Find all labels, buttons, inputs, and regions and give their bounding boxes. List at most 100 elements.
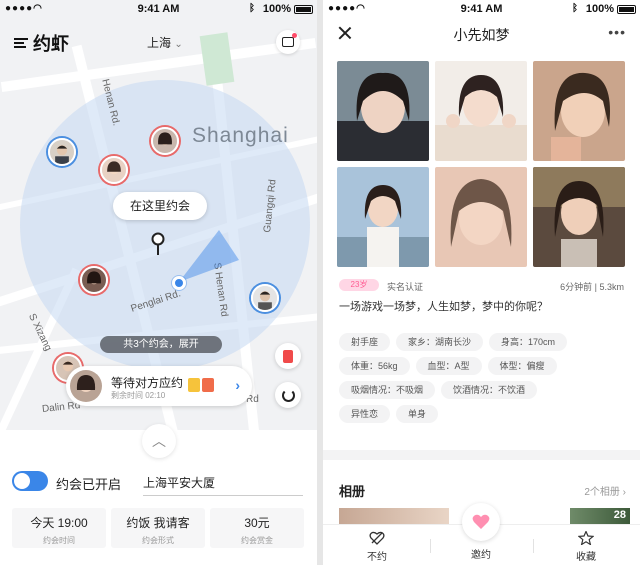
- date-reward-card[interactable]: 30元约会赏金: [210, 508, 304, 548]
- verified-label: 实名认证: [387, 282, 424, 292]
- avatar: [70, 370, 102, 402]
- age-badge: 23岁: [339, 279, 379, 291]
- battery-icon: [294, 5, 313, 14]
- tab-divider: [430, 539, 431, 553]
- date-cards: 今天 19:00 约会时间 约饭 我请客约会形式 30元约会赏金: [12, 508, 304, 548]
- broken-heart-icon: [369, 531, 385, 545]
- more-icon[interactable]: •••: [608, 24, 626, 40]
- profile-photo[interactable]: [533, 61, 625, 161]
- profile-tag: 吸烟情况：不吸烟: [339, 381, 436, 399]
- profile-tag: 血型：A型: [415, 357, 482, 375]
- meet-here-tooltip[interactable]: 在这里约会: [113, 192, 207, 220]
- profile-tag: 身高：170cm: [489, 333, 568, 351]
- app-header: 约虾: [14, 30, 69, 56]
- my-location-dot: [172, 276, 186, 290]
- address-field[interactable]: 上海平安大厦: [143, 474, 303, 496]
- profile-photo[interactable]: [533, 167, 625, 267]
- profile-tag: 体型：偏瘦: [487, 357, 557, 375]
- section-divider: [323, 450, 640, 460]
- album-thumbnail: [339, 508, 449, 524]
- profile-photo[interactable]: [337, 61, 429, 161]
- refresh-location-button[interactable]: [275, 382, 301, 408]
- remaining-time: 剩余时间 02:10: [111, 391, 166, 400]
- profile-tag: 射手座: [339, 333, 391, 351]
- card-label: 约会形式: [142, 536, 174, 545]
- profile-photo[interactable]: [435, 167, 527, 267]
- bluetooth-icon: ᛒ: [572, 3, 578, 14]
- favorite-label: 收藏: [576, 552, 596, 563]
- status-bar: ●●●●◠ 9:41 AM ᛒ 100%: [0, 0, 317, 18]
- red-packet-icon: [283, 349, 293, 363]
- map-view[interactable]: Henan Rd. Penglai Rd. S Henan Rd Guangqi…: [0, 0, 317, 430]
- album-count-link[interactable]: 2个相册 ›: [584, 483, 626, 498]
- heart-icon: [472, 514, 490, 529]
- user-avatar-marker[interactable]: [100, 156, 128, 184]
- profile-photo[interactable]: [435, 61, 527, 161]
- gift-icon: [188, 378, 200, 392]
- waiting-response-card[interactable]: 等待对方应约 剩余时间 02:10 ›: [66, 366, 252, 406]
- user-avatar-marker[interactable]: [48, 138, 76, 166]
- location-pin-icon: [151, 232, 165, 255]
- map-park: [199, 32, 235, 86]
- invite-label: 邀约: [471, 550, 491, 561]
- album-photo-number: 28: [613, 509, 626, 521]
- favorite-button[interactable]: 收藏: [556, 531, 616, 563]
- card-value: 30元: [244, 516, 270, 530]
- user-avatar-marker[interactable]: [151, 127, 179, 155]
- profile-tags: 射手座 家乡：湖南长沙 身高：170cm 体重：56kg 血型：A型 体型：偏瘦 吸烟情…: [339, 333, 629, 429]
- invite-button[interactable]: [462, 503, 500, 541]
- date-type-card[interactable]: 约饭 我请客约会形式: [111, 508, 205, 548]
- profile-meta-row: 23岁 实名认证 6分钟前 | 5.3km: [339, 279, 624, 293]
- battery-percent: 100%: [585, 3, 614, 15]
- decline-button[interactable]: 不约: [347, 531, 407, 563]
- gift-icon: [202, 378, 214, 392]
- profile-name: 小先如梦: [453, 27, 510, 43]
- bluetooth-icon: ᛒ: [249, 3, 255, 14]
- battery-icon: [617, 5, 636, 14]
- app-name: 约虾: [33, 34, 69, 54]
- red-packet-button[interactable]: [275, 343, 301, 369]
- city-name: 上海: [147, 36, 172, 50]
- profile-photo[interactable]: [337, 167, 429, 267]
- expand-dates-button[interactable]: 共3个约会，展开: [100, 336, 222, 353]
- decline-label: 不约: [367, 552, 387, 563]
- star-icon: [578, 531, 594, 545]
- time-distance: 6分钟前 | 5.3km: [560, 282, 624, 292]
- toggle-label: 约会已开启: [56, 477, 122, 492]
- tab-divider: [533, 539, 534, 553]
- card-value: 约饭 我请客: [126, 516, 190, 530]
- profile-tag: 异性恋: [339, 405, 391, 423]
- profile-tag: 家乡：湖南长沙: [396, 333, 484, 351]
- date-time-card[interactable]: 今天 19:00 约会时间: [12, 508, 106, 548]
- profile-tag: 体重：56kg: [339, 357, 410, 375]
- refresh-icon: [281, 388, 295, 402]
- unread-dot: [292, 33, 297, 38]
- profile-bio: 一场游戏一场梦，人生如梦，梦中的你呢？: [339, 301, 548, 313]
- status-bar: ●●●●◠ 9:41 AM ᛒ 100%: [323, 0, 640, 18]
- chevron-down-icon: ⌄: [174, 39, 183, 50]
- user-avatar-marker[interactable]: [251, 284, 279, 312]
- chevron-up-icon: ︿: [152, 433, 166, 449]
- battery-percent: 100%: [262, 3, 291, 15]
- card-value: 今天 19:00: [30, 516, 88, 530]
- card-label: 约会赏金: [241, 536, 273, 545]
- date-toggle[interactable]: [12, 471, 48, 491]
- profile-nav-bar: 小先如梦 •••: [323, 18, 640, 52]
- map-city-label: Shanghai: [192, 124, 289, 147]
- card-label: 约会时间: [43, 536, 75, 545]
- album-title: 相册: [339, 484, 366, 499]
- map-screen: Henan Rd. Penglai Rd. S Henan Rd Guangqi…: [0, 0, 317, 565]
- messages-button[interactable]: [276, 30, 300, 54]
- menu-icon[interactable]: [14, 37, 28, 49]
- user-avatar-marker[interactable]: [80, 266, 108, 294]
- profile-tag: 单身: [396, 405, 439, 423]
- profile-tag: 饮酒情况：不饮酒: [441, 381, 538, 399]
- direction-beam: [179, 230, 239, 282]
- profile-screen: ●●●●◠ 9:41 AM ᛒ 100% 小先如梦 ••• 23岁 实名认证 6…: [323, 0, 640, 565]
- chat-icon: [282, 37, 294, 47]
- chevron-right-icon: ›: [235, 377, 240, 393]
- waiting-title: 等待对方应约: [111, 376, 184, 390]
- gift-icons: [188, 378, 216, 397]
- city-selector[interactable]: 上海 ⌄: [147, 34, 183, 51]
- expand-sheet-button[interactable]: ︿: [142, 424, 176, 458]
